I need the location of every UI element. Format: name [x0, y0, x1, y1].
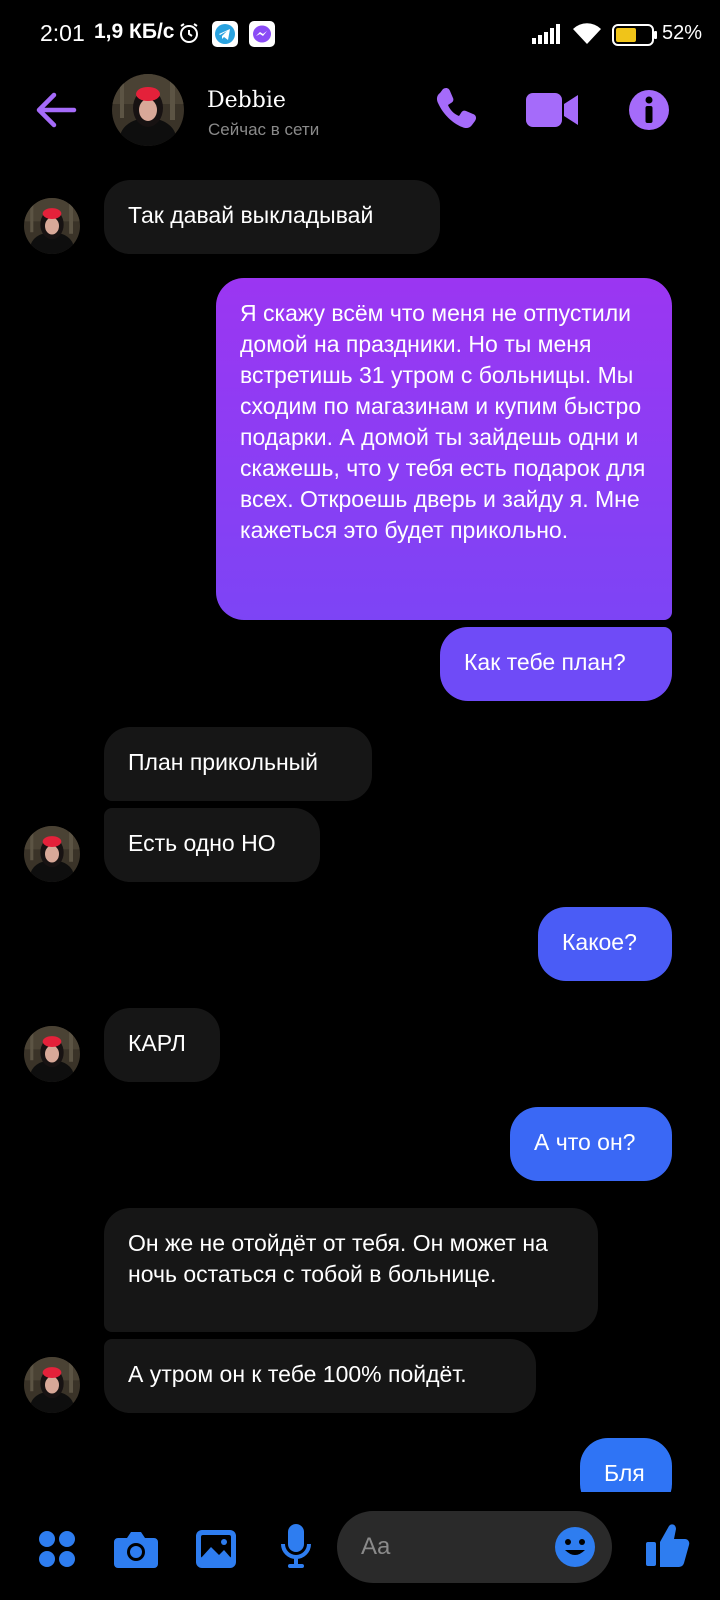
- battery-icon: [612, 24, 658, 51]
- message-input[interactable]: Aa: [337, 1511, 612, 1583]
- wifi-icon: [572, 22, 602, 51]
- thumbs-up-icon[interactable]: [646, 1522, 690, 1573]
- message-bubble-outgoing[interactable]: Какое?: [538, 907, 672, 981]
- status-bar: 2:01 1,9 КБ/с 52%: [0, 0, 720, 70]
- gallery-icon[interactable]: [196, 1530, 236, 1573]
- contact-avatar[interactable]: [112, 74, 184, 146]
- message-bubble-outgoing[interactable]: Как тебе план?: [440, 627, 672, 701]
- sender-avatar[interactable]: [24, 826, 80, 882]
- message-bubble-outgoing[interactable]: Бля: [580, 1438, 672, 1492]
- messenger-icon: [249, 21, 275, 52]
- message-bubble-incoming[interactable]: Так давай выкладывай: [104, 180, 440, 254]
- microphone-icon[interactable]: [280, 1524, 312, 1575]
- sender-avatar[interactable]: [24, 1026, 80, 1082]
- message-bubble-incoming[interactable]: План прикольный: [104, 727, 372, 801]
- signal-icon: [532, 24, 562, 49]
- message-bubble-incoming[interactable]: Он же не отойдёт от тебя. Он может на но…: [104, 1208, 598, 1332]
- contact-name[interactable]: Debbie: [207, 88, 286, 113]
- battery-percentage: 52%: [662, 22, 703, 44]
- phone-icon[interactable]: [434, 86, 480, 132]
- chat-header: Debbie Сейчас в сети: [0, 70, 720, 170]
- message-bubble-incoming[interactable]: А утром он к тебе 100% пойдёт.: [104, 1339, 536, 1413]
- alarm-icon: [178, 22, 200, 49]
- status-time: 2:01: [40, 20, 85, 46]
- message-composer: Aa: [0, 1500, 720, 1600]
- camera-icon[interactable]: [114, 1530, 158, 1573]
- contact-online-status: Сейчас в сети: [208, 120, 320, 139]
- emoji-icon[interactable]: [555, 1527, 595, 1572]
- back-arrow-icon[interactable]: [34, 88, 78, 132]
- apps-icon[interactable]: [38, 1530, 76, 1573]
- status-network-speed: 1,9 КБ/с: [94, 20, 175, 43]
- info-icon[interactable]: [628, 89, 670, 131]
- telegram-icon: [212, 21, 238, 52]
- message-bubble-outgoing[interactable]: А что он?: [510, 1107, 672, 1181]
- message-input-placeholder: Aa: [361, 1533, 391, 1560]
- video-icon[interactable]: [526, 90, 580, 130]
- message-clip: Бля: [580, 1438, 672, 1492]
- message-bubble-outgoing[interactable]: Я скажу всём что меня не отпустили домой…: [216, 278, 672, 620]
- message-bubble-incoming[interactable]: КАРЛ: [104, 1008, 220, 1082]
- sender-avatar[interactable]: [24, 198, 80, 254]
- sender-avatar[interactable]: [24, 1357, 80, 1413]
- message-bubble-incoming[interactable]: Есть одно НО: [104, 808, 320, 882]
